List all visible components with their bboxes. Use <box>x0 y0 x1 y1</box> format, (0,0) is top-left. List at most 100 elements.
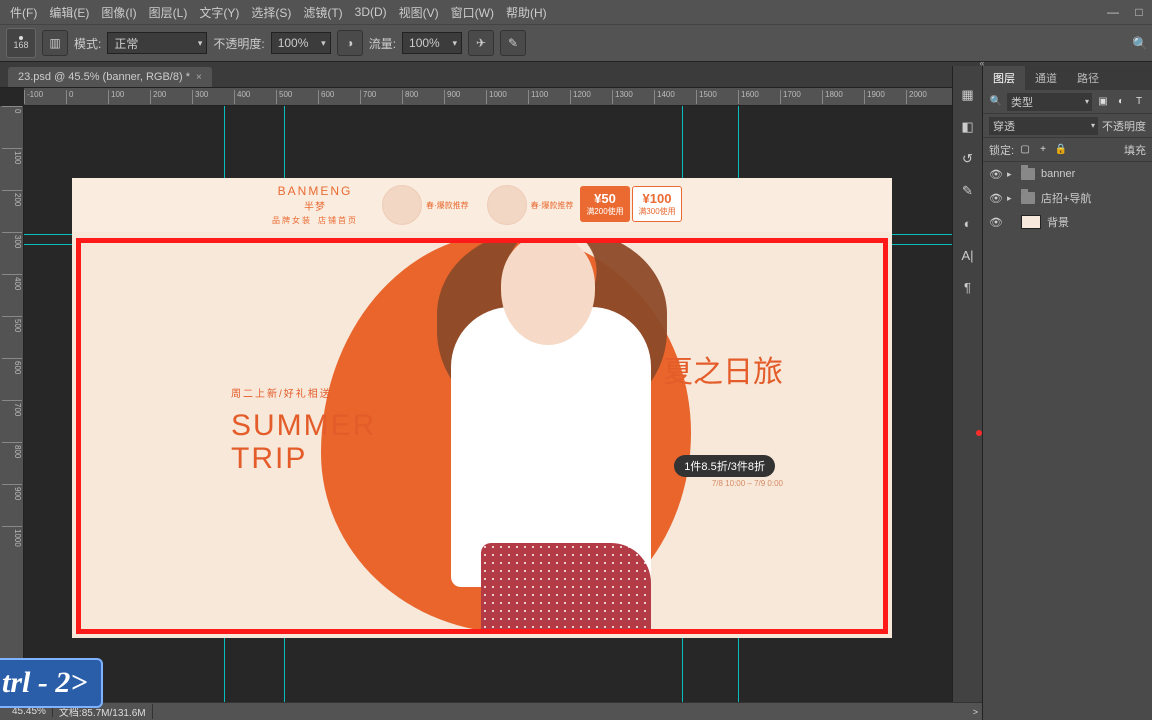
artboard: BANMENG 半梦 品牌女装 店铺首页 春·爆款推荐 春·爆款推荐 ¥50 满… <box>72 178 892 638</box>
lock-label: 锁定: <box>989 142 1014 158</box>
product-thumb <box>382 185 422 225</box>
hero-title-line1: SUMMER <box>231 409 376 442</box>
brush-preset-picker[interactable]: 168 <box>6 28 36 58</box>
document-tab[interactable]: 23.psd @ 45.5% (banner, RGB/8) * × <box>8 67 212 87</box>
menu-select[interactable]: 选择(S) <box>245 4 297 21</box>
properties-icon[interactable]: ▦ <box>959 86 977 104</box>
ruler-horizontal[interactable]: -100010020030040050060070080090010001100… <box>24 88 982 106</box>
pressure-size-icon[interactable]: ✎ <box>500 30 526 56</box>
close-tab-icon[interactable]: × <box>196 72 202 83</box>
canvas[interactable]: BANMENG 半梦 品牌女装 店铺首页 春·爆款推荐 春·爆款推荐 ¥50 满… <box>24 106 982 702</box>
blend-mode-value: 正常 <box>114 35 138 52</box>
layer-name[interactable]: banner <box>1041 168 1075 180</box>
menu-view[interactable]: 视图(V) <box>393 4 445 21</box>
coupon-amount: ¥50 <box>594 191 616 206</box>
tab-channels[interactable]: 通道 <box>1025 66 1067 90</box>
thumb-caption: 春·爆款推荐 <box>531 200 574 211</box>
opacity-value: 100% <box>278 36 309 50</box>
status-scroll-right-icon[interactable]: > <box>973 707 978 717</box>
character-icon[interactable]: A| <box>959 246 977 264</box>
layer-row[interactable]: 👁 ▸ 店招+导航 <box>983 186 1152 210</box>
search-icon[interactable]: 🔍 <box>1132 36 1148 52</box>
paragraph-icon[interactable]: ¶ <box>959 278 977 296</box>
mode-label: 模式: <box>74 35 101 52</box>
hero-title-line2: TRIP <box>231 442 307 475</box>
lock-position-icon[interactable]: + <box>1036 143 1050 157</box>
menu-window[interactable]: 窗口(W) <box>445 4 500 21</box>
menu-type[interactable]: 文字(Y) <box>193 4 245 21</box>
filter-adjust-icon[interactable]: ◐ <box>1114 95 1128 109</box>
model-head <box>501 238 595 345</box>
brush-panel-toggle-icon[interactable]: ▥ <box>42 30 68 56</box>
visibility-toggle-icon[interactable]: 👁 <box>989 168 1001 181</box>
lock-all-icon[interactable]: 🔒 <box>1054 143 1068 157</box>
layer-thumb <box>1021 215 1041 229</box>
folder-icon <box>1021 168 1035 180</box>
layers-panel: 图层 通道 路径 🔍 类型 ▣ ◐ T 穿透 不透明度 锁定: ▢ + 🔒 填充… <box>982 66 1152 720</box>
menu-layer[interactable]: 图层(L) <box>143 4 194 21</box>
layer-name[interactable]: 背景 <box>1047 214 1069 230</box>
fill-label: 填充 <box>1124 142 1146 158</box>
layer-opacity-label: 不透明度 <box>1102 118 1146 134</box>
pressure-opacity-icon[interactable]: ◑ <box>337 30 363 56</box>
brand-logo: BANMENG 半梦 品牌女装 店铺首页 <box>272 184 358 226</box>
opacity-label: 不透明度: <box>213 35 264 52</box>
brand-sub-1: 品牌女装 <box>272 215 312 226</box>
thumb-caption: 春·爆款推荐 <box>426 200 469 211</box>
history-icon[interactable]: ↺ <box>959 150 977 168</box>
layer-blend-dropdown[interactable]: 穿透 <box>989 117 1098 135</box>
layer-row[interactable]: 👁 ▸ banner <box>983 162 1152 186</box>
hero-title-en: SUMMER TRIP <box>231 409 376 475</box>
panel-collapse-grip-icon[interactable] <box>972 58 992 66</box>
brush-size-value: 168 <box>13 40 28 50</box>
menu-help[interactable]: 帮助(H) <box>500 4 553 21</box>
cn-col1: 夏之 <box>663 357 723 389</box>
discount-pill: 1件8.5折/3件8折 <box>674 455 775 477</box>
menu-bar: 件(F) 编辑(E) 图像(I) 图层(L) 文字(Y) 选择(S) 滤镜(T)… <box>0 0 1152 24</box>
cn-col2: 日旅 <box>723 357 783 389</box>
filter-kind-dropdown[interactable]: 类型 <box>1007 93 1092 111</box>
coupon-tag: ¥100 满300使用 <box>632 186 682 222</box>
disclosure-icon[interactable]: ▸ <box>1007 169 1015 180</box>
layer-name[interactable]: 店招+导航 <box>1041 190 1091 206</box>
filter-search-icon[interactable]: 🔍 <box>989 95 1003 109</box>
airbrush-icon[interactable]: ✈ <box>468 30 494 56</box>
keyboard-shortcut-overlay: trl - 2> <box>0 658 103 708</box>
tab-layers[interactable]: 图层 <box>983 66 1025 90</box>
layer-row[interactable]: 👁 · 背景 <box>983 210 1152 234</box>
minimize-button[interactable]: — <box>1100 0 1126 24</box>
opacity-dropdown[interactable]: 100% <box>271 32 331 54</box>
visibility-toggle-icon[interactable]: 👁 <box>989 216 1001 229</box>
adjustments-icon[interactable]: ◐ <box>959 214 977 232</box>
menu-filter[interactable]: 滤镜(T) <box>297 4 348 21</box>
visibility-toggle-icon[interactable]: 👁 <box>989 192 1001 205</box>
model-skirt <box>481 543 651 634</box>
swatches-icon[interactable]: ◧ <box>959 118 977 136</box>
disclosure-icon[interactable]: ▸ <box>1007 193 1015 204</box>
coupon-amount: ¥100 <box>643 191 672 206</box>
workspace: -100010020030040050060070080090010001100… <box>0 88 982 702</box>
brush-icon[interactable]: ✎ <box>959 182 977 200</box>
panel-tabs: 图层 通道 路径 <box>983 66 1152 90</box>
flow-dropdown[interactable]: 100% <box>402 32 462 54</box>
maximize-button[interactable]: □ <box>1126 0 1152 24</box>
filter-type-icon[interactable]: T <box>1132 95 1146 109</box>
menu-image[interactable]: 图像(I) <box>95 4 142 21</box>
filter-pixel-icon[interactable]: ▣ <box>1096 95 1110 109</box>
menu-3d[interactable]: 3D(D) <box>349 5 393 19</box>
flow-label: 流量: <box>369 35 396 52</box>
blend-mode-dropdown[interactable]: 正常 <box>107 32 207 54</box>
brand-cn: 半梦 <box>272 198 358 213</box>
tab-paths[interactable]: 路径 <box>1067 66 1109 90</box>
flow-value: 100% <box>409 36 440 50</box>
coupon-tag: ¥50 满200使用 <box>580 186 630 222</box>
menu-edit[interactable]: 编辑(E) <box>43 4 95 21</box>
menu-file[interactable]: 件(F) <box>4 4 43 21</box>
blend-opacity-row: 穿透 不透明度 <box>983 114 1152 138</box>
shop-header: BANMENG 半梦 品牌女装 店铺首页 春·爆款推荐 春·爆款推荐 ¥50 满… <box>72 178 892 232</box>
folder-icon <box>1021 192 1035 204</box>
lock-pixels-icon[interactable]: ▢ <box>1018 143 1032 157</box>
options-bar: 168 ▥ 模式: 正常 不透明度: 100% ◑ 流量: 100% ✈ ✎ <box>0 24 1152 62</box>
ruler-vertical[interactable]: 01002003004005006007008009001000 <box>0 106 24 702</box>
hero-banner-selected: 周二上新/好礼相送 SUMMER TRIP 夏之 日旅 1件8.5折 <box>76 238 888 634</box>
